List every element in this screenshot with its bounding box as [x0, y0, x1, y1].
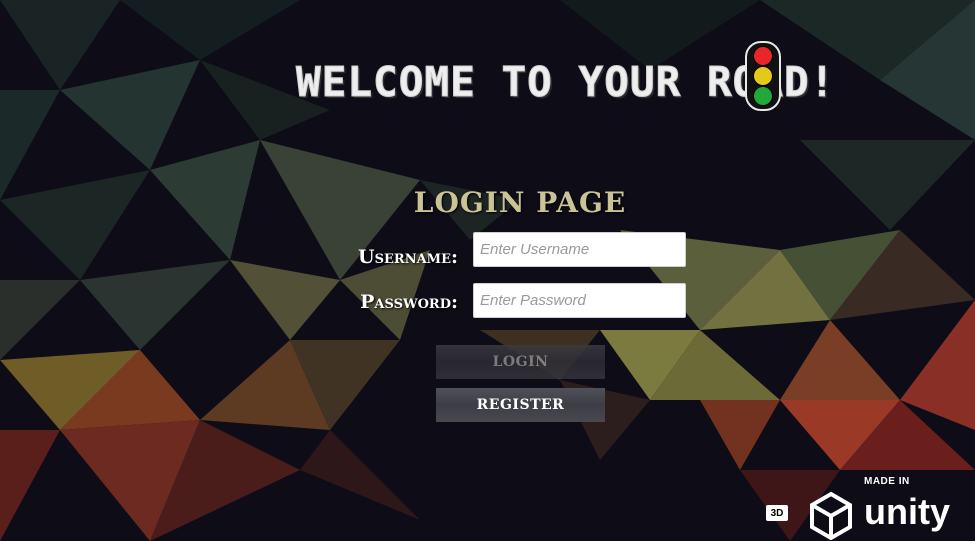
- login-button[interactable]: LOGIN: [436, 345, 605, 379]
- username-label: Username:: [358, 246, 458, 268]
- made-in-label: MADE IN: [864, 476, 910, 487]
- password-label: Password:: [360, 291, 458, 313]
- made-with-unity-badge: 3D MADE IN unity: [766, 476, 966, 540]
- yellow-lamp: [753, 66, 773, 86]
- unity-wordmark: unity: [864, 491, 950, 532]
- username-input[interactable]: [473, 232, 686, 267]
- 3d-badge: 3D: [766, 505, 788, 521]
- login-heading: LOGIN PAGE: [413, 186, 627, 219]
- password-input[interactable]: [473, 283, 686, 318]
- unity-logo-icon: [810, 491, 852, 540]
- red-lamp: [753, 46, 773, 66]
- green-lamp: [753, 86, 773, 106]
- traffic-light-icon: [745, 41, 781, 111]
- register-button[interactable]: REGISTER: [436, 388, 605, 422]
